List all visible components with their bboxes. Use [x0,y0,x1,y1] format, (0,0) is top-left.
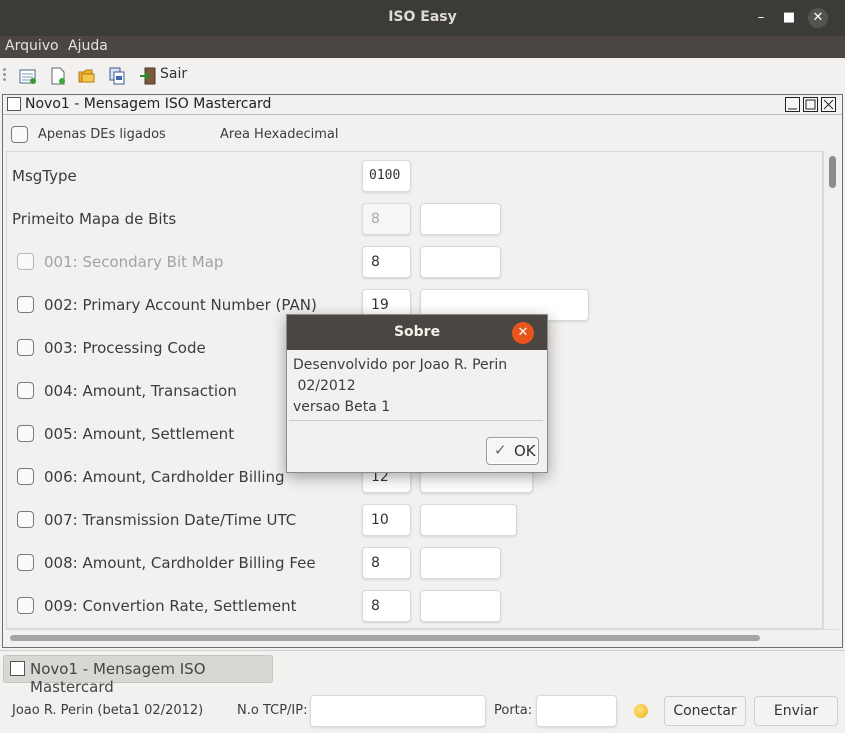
de008-label: 008: Amount, Cardholder Billing Fee [44,554,316,572]
menu-ajuda[interactable]: Ajuda [68,38,108,54]
de005-label: 005: Amount, Settlement [44,425,235,443]
de003-label: 003: Processing Code [44,339,206,357]
bitmap-label: Primeito Mapa de Bits [12,210,177,228]
new-message-icon[interactable] [19,67,37,85]
open-folder-icon[interactable] [78,67,96,85]
about-dialog-header: Sobre ✕ [287,315,547,350]
de001-label: 001: Secondary Bit Map [44,253,224,271]
tcp-label: N.o TCP/IP: [237,703,308,718]
tcp-ip-input[interactable] [310,695,486,727]
ok-label: OK [514,442,536,460]
exit-label[interactable]: Sair [160,66,187,82]
port-input[interactable] [536,695,617,727]
dialog-separator [289,420,543,421]
internal-frame-title: Novo1 - Mensagem ISO Mastercard [25,96,272,112]
de009-label: 009: Convertion Rate, Settlement [44,597,297,615]
horizontal-scroll-thumb[interactable] [10,635,760,641]
about-line-version: versao Beta 1 [293,399,391,415]
msgtype-label: MsgType [12,167,77,185]
de004-label: 004: Amount, Transaction [44,382,237,400]
checkmark-icon: ✓ [494,441,507,459]
de009-value-field[interactable] [420,590,501,622]
bitmap-length-field: 8 [362,203,411,235]
copy-icon[interactable] [108,67,126,85]
toolbar-grip-icon[interactable] [3,68,7,84]
de008-checkbox[interactable] [17,554,34,571]
de001-value-field[interactable] [420,246,501,278]
de005-checkbox[interactable] [17,425,34,442]
de002-label: 002: Primary Account Number (PAN) [44,296,317,314]
vertical-scroll-thumb[interactable] [829,156,836,188]
horizontal-scrollbar[interactable] [6,629,839,645]
connect-button[interactable]: Conectar [664,696,746,726]
de004-checkbox[interactable] [17,382,34,399]
bitmap-value-field[interactable] [420,203,501,235]
dialog-close-icon[interactable]: ✕ [512,322,534,344]
menu-bar: Arquivo Ajuda [0,36,845,58]
task-button[interactable]: Novo1 - Mensagem ISO Mastercard [3,655,273,696]
window-title: ISO Easy [388,9,457,25]
de001-length-field[interactable]: 8 [362,246,411,278]
about-line-developer: Desenvolvido por Joao R. Perin [293,357,508,373]
ok-button[interactable]: ✓ OK [486,437,539,465]
de008-value-field[interactable] [420,547,501,579]
area-hexadecimal-label: Area Hexadecimal [220,127,339,142]
new-document-icon[interactable] [49,67,67,85]
port-label: Porta: [494,703,533,718]
de006-checkbox[interactable] [17,468,34,485]
internal-frame-header: Novo1 - Mensagem ISO Mastercard [3,95,842,115]
minimize-icon[interactable]: – [751,8,771,28]
connection-status-led [634,704,648,718]
de007-length-field[interactable]: 10 [362,504,411,536]
frame-minimize-icon[interactable] [785,97,800,112]
de003-checkbox[interactable] [17,339,34,356]
frame-document-icon [7,97,21,111]
maximize-icon[interactable]: ■ [779,8,799,28]
de002-checkbox[interactable] [17,296,34,313]
toolbar [0,58,845,92]
window-title-bar: ISO Easy – ■ ✕ [0,0,845,36]
de007-label: 007: Transmission Date/Time UTC [44,511,297,529]
de007-value-field[interactable] [420,504,517,536]
about-dialog: Sobre ✕ Desenvolvido por Joao R. Perin 0… [286,314,548,473]
frame-maximize-icon[interactable] [803,97,818,112]
de009-checkbox[interactable] [17,597,34,614]
about-line-date: 02/2012 [293,378,356,394]
about-dialog-title: Sobre [393,324,441,340]
author-label: Joao R. Perin (beta1 02/2012) [12,703,204,718]
task-document-icon [10,661,25,676]
task-label: Novo1 - Mensagem ISO Mastercard [30,660,206,696]
de006-label: 006: Amount, Cardholder Billing [44,468,285,486]
de009-length-field[interactable]: 8 [362,590,411,622]
vertical-scrollbar[interactable] [823,151,839,629]
de001-checkbox [17,253,34,270]
apenas-des-ligados-checkbox[interactable] [11,126,28,143]
de007-checkbox[interactable] [17,511,34,528]
apenas-des-ligados-label: Apenas DEs ligados [38,127,166,142]
de008-length-field[interactable]: 8 [362,547,411,579]
menu-arquivo[interactable]: Arquivo [5,38,59,54]
frame-close-icon[interactable] [821,97,836,112]
close-icon[interactable]: ✕ [808,8,828,28]
msgtype-field[interactable]: 0100 [362,160,411,192]
exit-icon[interactable] [139,67,157,85]
send-button[interactable]: Enviar [754,696,838,726]
